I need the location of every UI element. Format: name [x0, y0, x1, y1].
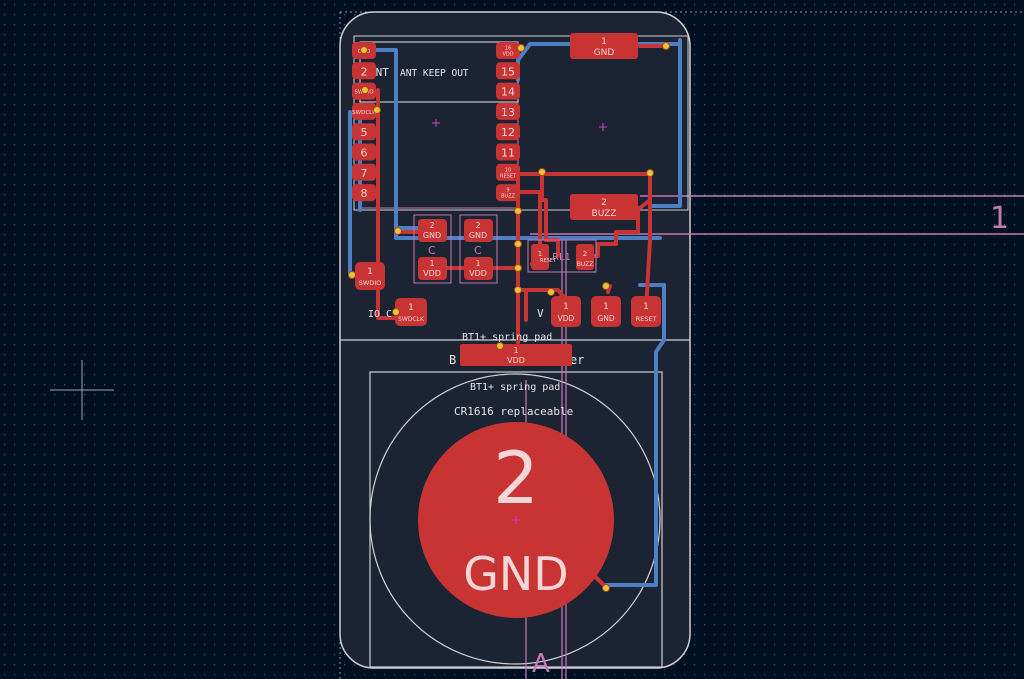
- pad-v-gnd-num: 1: [603, 302, 609, 312]
- module-pad-right-4-label: 13: [501, 106, 515, 119]
- bt1-silk-top: BT1+ spring pad: [462, 332, 552, 343]
- pad-buzz-num: 2: [601, 198, 607, 208]
- c1-pad-bottom-num: 1: [429, 259, 434, 268]
- rl1-pad-2-net: BUZZ: [577, 261, 594, 268]
- pad-swdclk-net: SWDCLK: [398, 316, 425, 323]
- ref-label-a: A: [532, 649, 550, 679]
- c1-pad-bottom-net: VDD: [423, 269, 441, 278]
- rl1-ref-label: RL1: [552, 252, 571, 263]
- pad-gnd-top-net: GND: [594, 48, 615, 58]
- pad-battery-plus[interactable]: 1 VDD: [460, 344, 572, 366]
- module-pad-left-2-label: 2: [361, 65, 368, 78]
- pad-swdio-num: 1: [367, 267, 373, 277]
- rl1-pad-2-num: 2: [583, 250, 587, 258]
- pad-v-reset[interactable]: 1 RESET: [631, 296, 661, 327]
- c1-ref-label: C: [428, 244, 436, 257]
- pcb-layout-canvas[interactable]: 1 ANT ANT KEEP OUT 2SWDCLK5678 16VDD1514…: [0, 0, 1024, 679]
- module-pad-left-7-label: 7: [361, 167, 368, 180]
- pad-v-vdd-num: 1: [563, 302, 569, 312]
- pad-v-gnd-net: GND: [597, 314, 614, 323]
- ant-keepout-label: ANT KEEP OUT: [400, 68, 469, 79]
- c2-pad-bottom-net: VDD: [469, 269, 487, 278]
- module-pad-right-5-label: 12: [501, 126, 515, 139]
- pad-gnd-top-num: 1: [601, 37, 607, 47]
- pad-battery-plus-num: 1: [513, 346, 518, 355]
- pad-buzz[interactable]: 2 BUZZ: [570, 194, 638, 220]
- pad-gnd-top[interactable]: 1 GND: [570, 33, 638, 59]
- ref-label-1: 1: [990, 201, 1009, 236]
- v-connector-label: V: [537, 307, 544, 320]
- module-pad-right-6-label: 11: [501, 147, 515, 160]
- cr1616-label: CR1616 replaceable: [454, 405, 573, 418]
- io-connector-label: IO C: [368, 309, 392, 320]
- module-pad-left-4-label: SWDCLK: [352, 110, 376, 116]
- module-pad-right-2-label: 15: [501, 65, 515, 78]
- pad-battery-minus-net: GND: [463, 547, 568, 601]
- pad-swdio[interactable]: 1 SWDIO: [355, 262, 385, 290]
- pad-v-vdd-net: VDD: [558, 314, 575, 323]
- module-pad-right-1-net: VDD: [502, 52, 513, 58]
- pad-swdclk-num: 1: [408, 303, 414, 313]
- c2-pad-bottom-num: 1: [475, 259, 480, 268]
- rl1-pad-1-num: 1: [538, 250, 542, 258]
- module-pad-left-5-label: 5: [361, 126, 368, 139]
- module-pad-right-3-label: 14: [501, 86, 515, 99]
- module-pad-right-7-net: RESET: [500, 173, 517, 179]
- pad-v-vdd[interactable]: 1 VDD: [551, 296, 581, 327]
- pad-swdio-net: SWDIO: [359, 279, 382, 287]
- c2-pad-top-num: 2: [475, 221, 480, 230]
- pad-battery-plus-net: VDD: [507, 356, 525, 365]
- pad-buzz-net: BUZZ: [592, 209, 617, 219]
- c2-ref-label: C: [474, 244, 482, 257]
- module-pad-left-6-label: 6: [361, 147, 368, 160]
- bt1-silk-suffix: er: [570, 353, 584, 367]
- pad-battery-minus-num: 2: [493, 436, 539, 520]
- pad-v-gnd[interactable]: 1 GND: [591, 296, 621, 327]
- c1-pad-top-net: GND: [423, 231, 441, 240]
- c2-pad-top-net: GND: [469, 231, 487, 240]
- pad-v-reset-net: RESET: [636, 315, 657, 323]
- module-pad-left-8-label: 8: [361, 187, 368, 200]
- bt1-silk-mid: B: [449, 353, 456, 367]
- bt1-fab-label: BT1+ spring pad: [470, 382, 560, 393]
- module-pad-right-8-net: BUZZ: [501, 194, 515, 200]
- c1-pad-top-num: 2: [429, 221, 434, 230]
- pad-v-reset-num: 1: [643, 302, 649, 312]
